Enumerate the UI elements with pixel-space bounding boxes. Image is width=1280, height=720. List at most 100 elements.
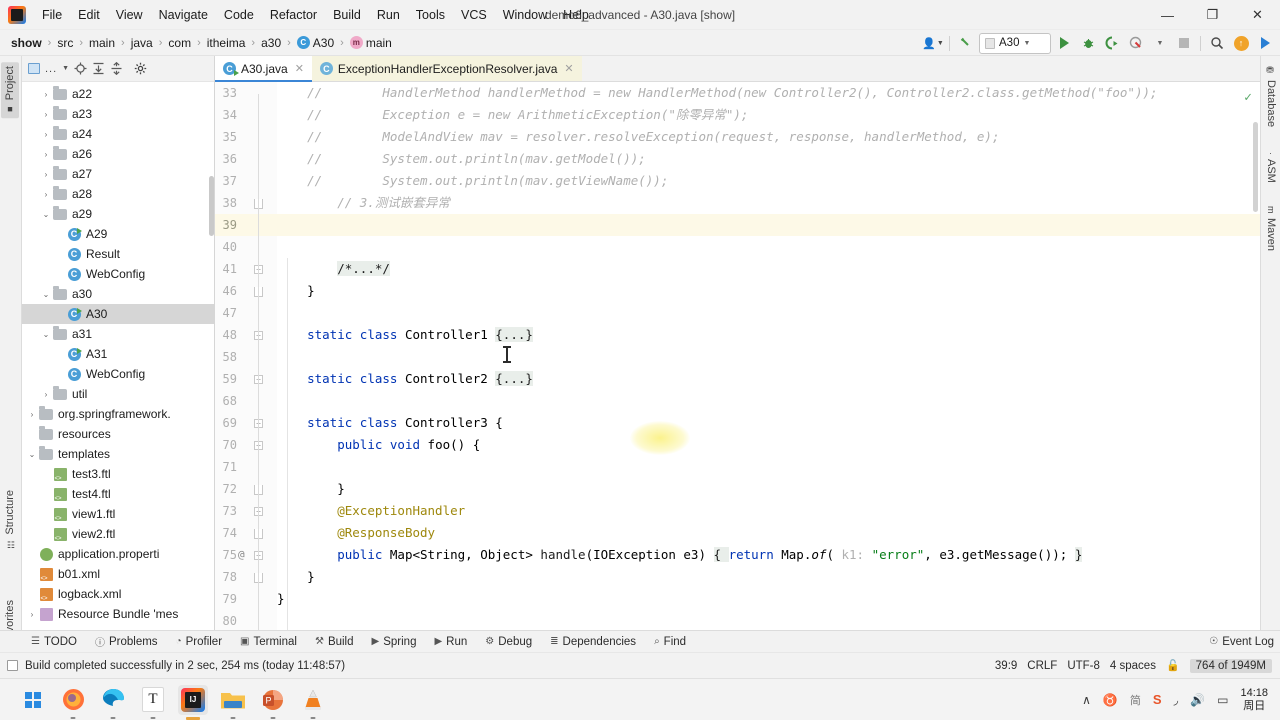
collapse-all-icon[interactable] bbox=[110, 62, 123, 75]
code-line[interactable]: public void foo() { bbox=[277, 434, 480, 456]
menu-item-navigate[interactable]: Navigate bbox=[151, 4, 216, 26]
chevron-down-icon[interactable]: ▼ bbox=[1149, 32, 1171, 54]
tree-node[interactable]: › a24 bbox=[22, 124, 214, 144]
minimize-button[interactable]: — bbox=[1145, 0, 1190, 30]
chevron-right-icon[interactable]: › bbox=[40, 390, 52, 399]
run-configuration-selector[interactable]: A30 ▼ bbox=[979, 32, 1051, 54]
menu-item-build[interactable]: Build bbox=[325, 4, 369, 26]
line-number[interactable]: 68 bbox=[215, 394, 237, 408]
line-number[interactable]: 47 bbox=[215, 306, 237, 320]
inspection-status-icon[interactable]: ✓ bbox=[1244, 90, 1252, 105]
line-number[interactable]: 79 bbox=[215, 592, 237, 606]
edge-icon[interactable] bbox=[98, 685, 128, 719]
line-number[interactable]: 41 bbox=[215, 262, 237, 276]
project-file-tree[interactable]: › a22 › a23 › a24 › a26 › a27 › a28 ⌄ a29 C A29 C Result C… bbox=[22, 82, 214, 630]
line-number[interactable]: 69 bbox=[215, 416, 237, 430]
tool-tab-maven[interactable]: m Maven bbox=[1263, 202, 1279, 255]
line-number[interactable]: 78 bbox=[215, 570, 237, 584]
tree-node[interactable]: ⌄ a31 bbox=[22, 324, 214, 344]
code-line[interactable]: // ModelAndView mav = resolver.resolveEx… bbox=[277, 126, 999, 148]
code-fold-marker[interactable]: − bbox=[253, 440, 264, 451]
bottom-tab-build[interactable]: ⚒ Build bbox=[306, 631, 363, 653]
code-line[interactable]: // HandlerMethod handlerMethod = new Han… bbox=[277, 82, 1157, 104]
tree-node[interactable]: resources bbox=[22, 424, 214, 444]
code-line[interactable]: @ResponseBody bbox=[277, 522, 435, 544]
breadcrumb-item-com[interactable]: com bbox=[165, 35, 194, 51]
tree-node[interactable]: test4.ftl bbox=[22, 484, 214, 504]
menu-item-code[interactable]: Code bbox=[216, 4, 262, 26]
code-line[interactable]: @ExceptionHandler bbox=[277, 500, 465, 522]
code-editor[interactable]: 33 34 35 36 37 38 39 40 41 +46 47 48 +58 59 +68 69 − 70 − 7… bbox=[215, 82, 1260, 630]
code-line[interactable]: } bbox=[277, 280, 315, 302]
code-line[interactable]: // Exception e = new ArithmeticException… bbox=[277, 104, 748, 126]
bottom-tab-problems[interactable]: ⓘ Problems bbox=[86, 631, 167, 653]
line-number[interactable]: 80 bbox=[215, 614, 237, 628]
microphone-icon[interactable]: ♉ bbox=[1103, 693, 1118, 707]
tree-node[interactable]: view2.ftl bbox=[22, 524, 214, 544]
menu-item-edit[interactable]: Edit bbox=[70, 4, 108, 26]
unlocked-icon[interactable]: 🔓 bbox=[1166, 659, 1180, 672]
code-line[interactable]: // System.out.println(mav.getModel()); bbox=[277, 148, 646, 170]
line-number[interactable]: 70 bbox=[215, 438, 237, 452]
run-with-coverage-icon[interactable] bbox=[1101, 32, 1123, 54]
breadcrumb-item-java[interactable]: java bbox=[128, 35, 156, 51]
line-number[interactable]: 38 bbox=[215, 196, 237, 210]
project-panel-scrollbar[interactable] bbox=[209, 176, 214, 236]
sogou-input-icon[interactable]: S bbox=[1153, 692, 1162, 707]
bottom-tab-debug[interactable]: ⚙ Debug bbox=[476, 631, 541, 653]
breadcrumb-item-a30[interactable]: a30 bbox=[258, 35, 284, 51]
line-number[interactable]: 59 bbox=[215, 372, 237, 386]
bottom-tab-profiler[interactable]: ◔ Profiler bbox=[167, 631, 231, 653]
file-encoding[interactable]: UTF-8 bbox=[1067, 660, 1100, 672]
memory-indicator[interactable]: 764 of 1949M bbox=[1189, 658, 1272, 673]
chevron-down-icon[interactable]: ▼ bbox=[62, 65, 69, 72]
tree-node[interactable]: view1.ftl bbox=[22, 504, 214, 524]
code-content[interactable]: // HandlerMethod handlerMethod = new Han… bbox=[277, 82, 1260, 630]
menu-item-refactor[interactable]: Refactor bbox=[262, 4, 325, 26]
tree-node[interactable]: b01.xml bbox=[22, 564, 214, 584]
bottom-tab-dependencies[interactable]: ≣ Dependencies bbox=[541, 631, 645, 653]
tree-node[interactable]: application.properti bbox=[22, 544, 214, 564]
breadcrumb-item-main[interactable]: main bbox=[86, 35, 118, 51]
code-line[interactable]: public Map<String, Object> handle(IOExce… bbox=[277, 544, 1083, 566]
line-number[interactable]: 71 bbox=[215, 460, 237, 474]
menu-item-file[interactable]: File bbox=[34, 4, 70, 26]
bottom-tab-find[interactable]: ⌕ Find bbox=[645, 631, 695, 653]
chevron-down-icon[interactable]: ⌄ bbox=[26, 450, 38, 459]
indent-setting[interactable]: 4 spaces bbox=[1110, 660, 1156, 672]
tree-node[interactable]: C A29 bbox=[22, 224, 214, 244]
tree-node[interactable]: › a26 bbox=[22, 144, 214, 164]
code-fold-marker[interactable]: + bbox=[253, 550, 264, 561]
line-number[interactable]: 58 bbox=[215, 350, 237, 364]
tree-node[interactable]: logback.xml bbox=[22, 584, 214, 604]
tree-node[interactable]: › a22 bbox=[22, 84, 214, 104]
event-log-button[interactable]: ☉ Event Log bbox=[1209, 636, 1274, 648]
code-line[interactable]: static class Controller1 {...} bbox=[277, 324, 533, 346]
tree-node[interactable]: C Result bbox=[22, 244, 214, 264]
search-everywhere-icon[interactable] bbox=[1206, 32, 1228, 54]
volume-icon[interactable]: 🔊 bbox=[1190, 693, 1205, 707]
line-number[interactable]: 34 bbox=[215, 108, 237, 122]
tool-tab-structure[interactable]: ☷ Structure bbox=[1, 486, 19, 553]
tree-node[interactable]: › util bbox=[22, 384, 214, 404]
vlc-icon[interactable] bbox=[298, 685, 328, 719]
menu-item-run[interactable]: Run bbox=[369, 4, 408, 26]
line-number[interactable]: 72 bbox=[215, 482, 237, 496]
code-line[interactable]: } bbox=[277, 588, 285, 610]
chevron-right-icon[interactable]: › bbox=[40, 150, 52, 159]
expand-all-icon[interactable] bbox=[92, 62, 105, 75]
tool-tab-asm[interactable]: · ASM bbox=[1263, 148, 1279, 187]
debug-icon[interactable] bbox=[1077, 32, 1099, 54]
chevron-right-icon[interactable]: › bbox=[40, 170, 52, 179]
code-fold-marker[interactable]: + bbox=[253, 374, 264, 385]
caret-position[interactable]: 39:9 bbox=[995, 660, 1017, 672]
line-number[interactable]: 48 bbox=[215, 328, 237, 342]
chevron-right-icon[interactable]: › bbox=[40, 90, 52, 99]
taskbar-clock[interactable]: 14:18 周日 bbox=[1240, 687, 1268, 712]
tree-node[interactable]: test3.ftl bbox=[22, 464, 214, 484]
line-number[interactable]: 74 bbox=[215, 526, 237, 540]
bottom-tab-run[interactable]: ▶ Run bbox=[425, 631, 476, 653]
line-number[interactable]: 46 bbox=[215, 284, 237, 298]
battery-icon[interactable]: ▭ bbox=[1217, 693, 1228, 707]
editor-scrollbar[interactable] bbox=[1253, 122, 1258, 212]
